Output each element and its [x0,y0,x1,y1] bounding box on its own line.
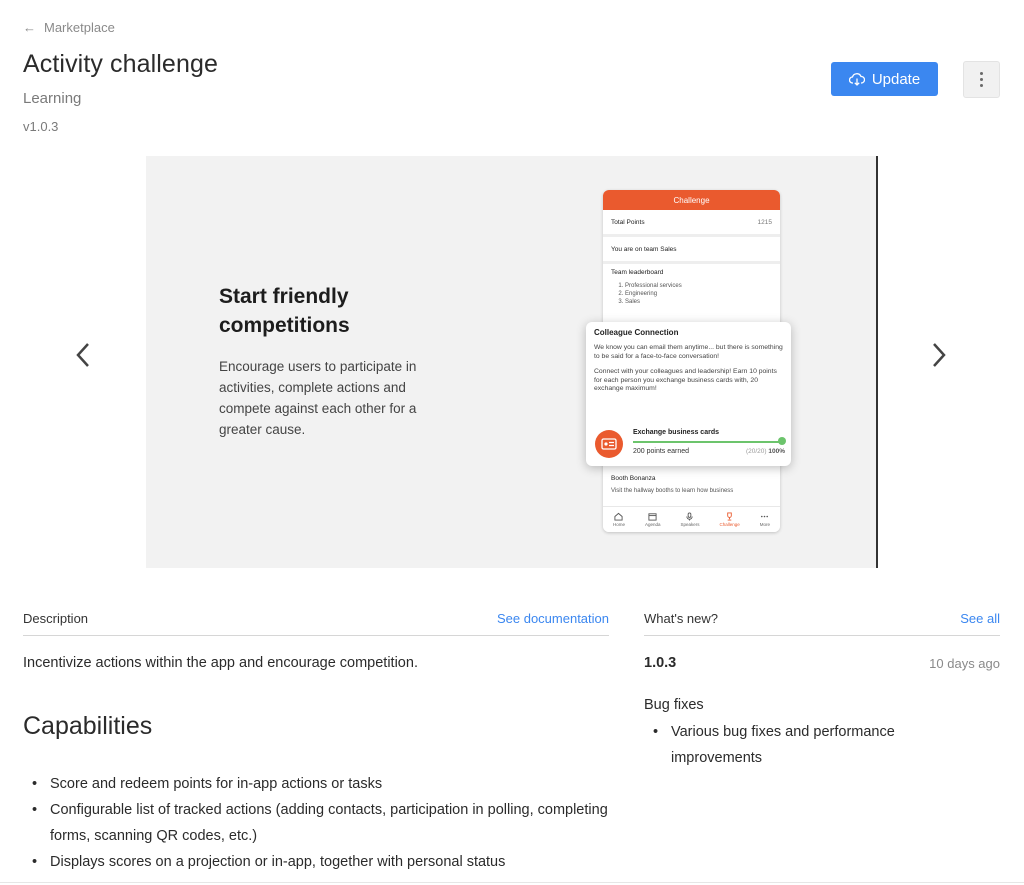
booth-title: Booth Bonanza [611,475,656,482]
card-title: Colleague Connection [594,328,679,337]
more-dot-icon [980,72,983,75]
leaderboard-item: Engineering [625,290,772,298]
phone-tab-label: Home [612,522,625,527]
description-header: Description [23,611,89,626]
capabilities-heading: Capabilities [23,712,153,740]
list-item: Configurable list of tracked actions (ad… [32,797,615,849]
divider [0,882,1024,883]
check-icon [778,437,786,445]
screenshot-carousel: Start friendly competitions Encourage us… [146,156,878,568]
back-link[interactable]: ← Marketplace [23,20,115,35]
phone-tab-label: More [759,522,770,527]
phone-tab-agenda: Agenda [645,512,661,527]
release-date: 10 days ago [929,656,1000,671]
phone-tab-speakers: Speakers [680,512,700,527]
see-all-link[interactable]: See all [960,611,1000,626]
phone-tab-label: Agenda [644,522,661,527]
phone-leaderboard: Team leaderboard Professional services E… [603,264,780,311]
divider [644,635,1000,636]
chevron-right-icon[interactable] [926,340,950,370]
team-text: You are on team Sales [611,245,677,253]
card-percent: 100% [768,448,785,455]
leaderboard-title: Team leaderboard [611,269,664,276]
release-subtitle: Bug fixes [644,697,704,713]
trophy-icon [727,512,732,521]
leaderboard-item: Sales [625,298,772,306]
phone-tab-challenge: Challenge [719,512,740,527]
page-title: Activity challenge [23,50,218,78]
total-points-label: Total Points [611,218,645,226]
card-progress-text: (20/20) 100% [746,448,785,455]
more-dot-icon [980,84,983,87]
whats-new-header: What's new? [644,611,719,626]
phone-team: You are on team Sales [603,237,780,264]
card-paragraph: Connect with your colleagues and leaders… [594,368,777,392]
back-link-label: Marketplace [44,20,115,35]
cloud-download-icon [848,73,865,86]
card-activity-title: Exchange business cards [633,429,719,436]
card-paragraph: We know you can email them anytime... bu… [594,344,783,360]
total-points-value: 1215 [757,218,772,226]
description-text: Incentivize actions within the app and e… [23,655,418,671]
chevron-left-icon[interactable] [72,340,96,370]
more-dot-icon [980,78,983,81]
home-icon [614,512,624,521]
phone-tab-bar: Home Agenda Speakers Challenge More [603,506,780,532]
arrow-left-icon: ← [23,20,36,35]
release-notes-list: Various bug fixes and performance improv… [653,719,971,771]
card-count: (20/20) [745,448,767,455]
phone-tab-label: Speakers [680,522,700,527]
card-progress-bar [633,441,781,443]
phone-booth: Booth Bonanza Visit the hallway booths t… [603,475,780,494]
slide-heading: Start friendly competitions [219,285,350,337]
phone-tab-more: More [760,512,770,527]
card-points-earned: 200 points earned [633,448,690,455]
id-card-icon [595,430,623,458]
challenge-card: Colleague Connection We know you can ema… [586,322,791,466]
phone-header: Challenge [603,190,780,210]
phone-tab-label: Challenge [719,522,740,527]
list-item: Score and redeem points for in-app actio… [32,771,615,797]
more-options-button[interactable] [963,61,1000,98]
phone-total-points: Total Points 1215 [603,210,780,237]
divider [23,635,609,636]
see-documentation-link[interactable]: See documentation [497,611,609,626]
calendar-icon [648,513,657,521]
leaderboard-item: Professional services [625,282,772,290]
phone-tab-home: Home [613,512,625,527]
release-version: 1.0.3 [644,655,677,671]
app-category: Learning [23,90,82,107]
card-activity: Exchange business cards 200 points earne… [595,427,786,459]
list-item: Various bug fixes and performance improv… [653,719,971,771]
app-version: v1.0.3 [23,119,59,134]
microphone-icon [686,512,694,521]
slide-text: Encourage users to participate in activi… [219,359,417,437]
booth-text: Visit the hallway booths to learn how bu… [611,488,734,494]
capabilities-list: Score and redeem points for in-app actio… [32,771,615,875]
update-button-label: Update [871,70,921,88]
list-item: Displays scores on a projection or in-ap… [32,849,615,875]
ellipsis-icon [761,515,769,518]
update-button[interactable]: Update [831,62,938,96]
